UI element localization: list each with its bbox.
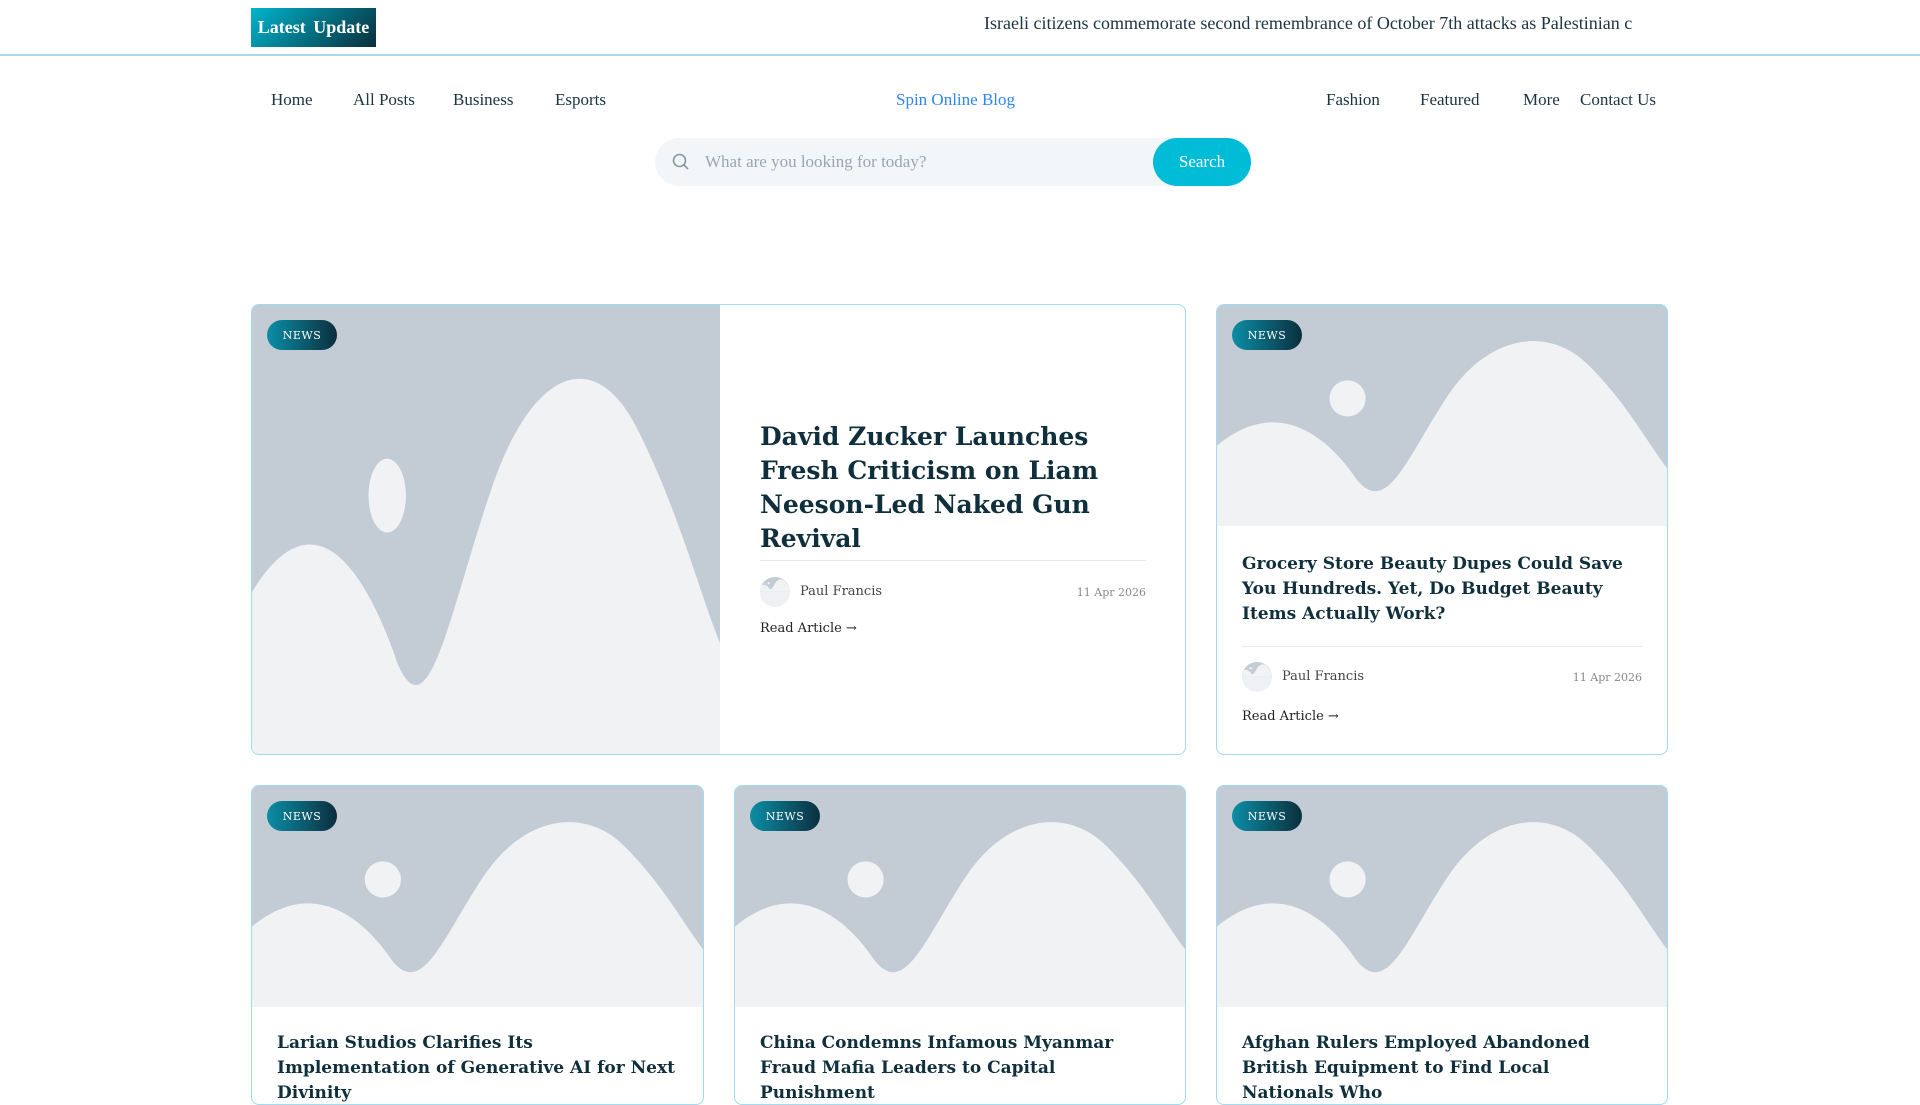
- author-avatar: [760, 577, 790, 607]
- article-title[interactable]: David Zucker Launches Fresh Criticism on…: [760, 420, 1150, 556]
- nav-featured[interactable]: Featured: [1420, 90, 1479, 110]
- article-meta: Paul Francis 11 Apr 2026: [760, 577, 1146, 607]
- nav-contact-us[interactable]: Contact Us: [1580, 90, 1656, 110]
- latest-update-label: Latest Update: [251, 8, 376, 47]
- top-bar: Latest Update Israeli citizens commemora…: [0, 0, 1920, 56]
- author-name[interactable]: Paul Francis: [800, 584, 882, 599]
- search-input[interactable]: [705, 138, 1175, 186]
- search-bar: Search: [655, 138, 1251, 186]
- article-card[interactable]: NEWS Grocery Store Beauty Dupes Could Sa…: [1216, 304, 1668, 755]
- nav-business[interactable]: Business: [453, 90, 513, 110]
- article-card[interactable]: NEWS Larian Studios Clarifies Its Implem…: [251, 785, 704, 1105]
- divider: [760, 560, 1146, 561]
- divider: [1242, 646, 1642, 647]
- article-image-placeholder: [252, 305, 720, 754]
- author-name[interactable]: Paul Francis: [1282, 669, 1364, 684]
- article-title[interactable]: Afghan Rulers Employed Abandoned British…: [1242, 1031, 1642, 1104]
- article-title[interactable]: China Condemns Infamous Myanmar Fraud Ma…: [760, 1031, 1160, 1104]
- search-button[interactable]: Search: [1153, 138, 1251, 186]
- article-meta: Paul Francis 11 Apr 2026: [1242, 662, 1642, 692]
- news-ticker[interactable]: Israeli citizens commemorate second reme…: [984, 13, 1658, 34]
- read-article-link[interactable]: Read Article →: [1242, 709, 1339, 724]
- category-badge[interactable]: NEWS: [750, 801, 820, 831]
- category-badge[interactable]: NEWS: [267, 801, 337, 831]
- nav-more[interactable]: More: [1523, 90, 1560, 110]
- category-badge[interactable]: NEWS: [1232, 801, 1302, 831]
- article-title[interactable]: Grocery Store Beauty Dupes Could Save Yo…: [1242, 552, 1642, 627]
- article-date: 11 Apr 2026: [1572, 671, 1642, 684]
- featured-article-card[interactable]: NEWS David Zucker Launches Fresh Critici…: [251, 304, 1186, 755]
- article-date: 11 Apr 2026: [1076, 586, 1146, 599]
- article-card[interactable]: NEWS China Condemns Infamous Myanmar Fra…: [734, 785, 1186, 1105]
- article-card[interactable]: NEWS Afghan Rulers Employed Abandoned Br…: [1216, 785, 1668, 1105]
- nav-home[interactable]: Home: [271, 90, 313, 110]
- author-avatar: [1242, 662, 1272, 692]
- nav-all-posts[interactable]: All Posts: [353, 90, 415, 110]
- category-badge[interactable]: NEWS: [1232, 320, 1302, 350]
- nav-fashion[interactable]: Fashion: [1326, 90, 1380, 110]
- nav-esports[interactable]: Esports: [555, 90, 606, 110]
- search-icon: [671, 152, 691, 176]
- site-brand-link[interactable]: Spin Online Blog: [896, 90, 1015, 110]
- article-title[interactable]: Larian Studios Clarifies Its Implementat…: [277, 1031, 687, 1104]
- read-article-link[interactable]: Read Article →: [760, 621, 857, 636]
- category-badge[interactable]: NEWS: [267, 320, 337, 350]
